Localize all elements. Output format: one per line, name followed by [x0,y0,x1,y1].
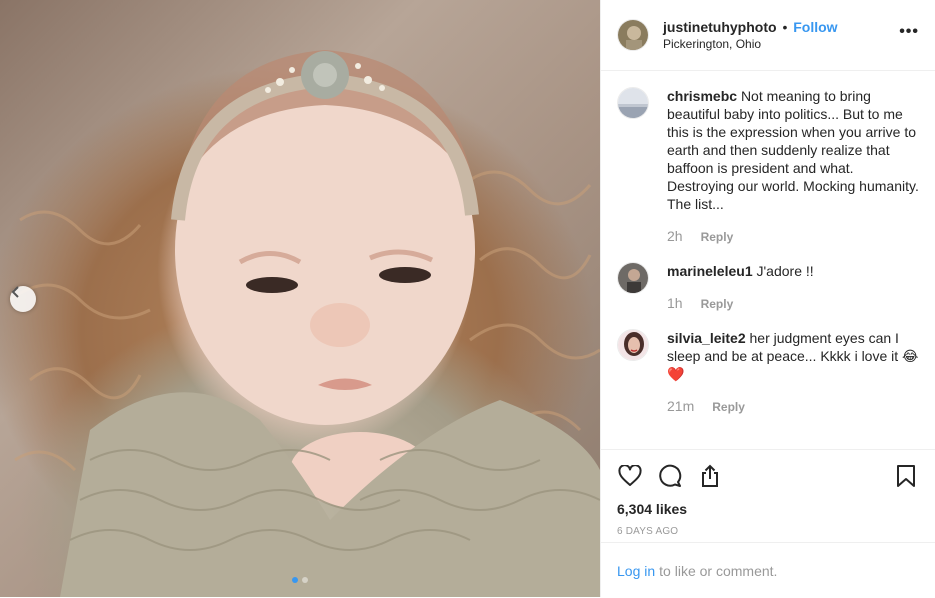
author-username[interactable]: justinetuhyphoto [663,19,777,35]
comment-time[interactable]: 21m [667,397,694,415]
comment-username[interactable]: chrismebc [667,88,737,104]
reply-button[interactable]: Reply [712,398,745,416]
bookmark-icon[interactable] [893,463,919,489]
header-separator: • [782,19,788,35]
comment-text: J'adore !! [756,263,814,279]
comment-text: Not meaning to bring beautiful baby into… [667,88,919,212]
login-prompt-text: to like or comment. [659,562,778,579]
post-header: justinetuhyphoto • Follow Pickerington, … [601,0,935,71]
reply-button[interactable]: Reply [701,228,734,246]
comment-username[interactable]: silvia_leite2 [667,330,746,346]
baby-photo-illustration [9,50,600,597]
comment-bubble-icon[interactable] [657,463,683,489]
comment-item: marineleleu1 J'adore !! 1h Reply [601,246,935,313]
carousel-dot [302,577,308,583]
author-avatar[interactable] [617,19,649,51]
carousel-indicator [292,577,308,583]
comment-time[interactable]: 2h [667,227,683,245]
post-location[interactable]: Pickerington, Ohio [663,36,899,52]
comment-item: chrismebc Not meaning to bring beautiful… [601,71,935,246]
more-options-icon[interactable]: ••• [899,23,919,47]
post-timestamp[interactable]: 6 DAYS AGO [617,526,919,537]
comment-time[interactable]: 1h [667,294,683,312]
post-actions: 6,304 likes 6 DAYS AGO [601,449,935,537]
reply-button[interactable]: Reply [701,295,734,313]
carousel-dot-active [292,577,298,583]
login-prompt: Log in to like or comment. [601,542,935,598]
share-icon[interactable] [697,463,723,489]
landscape-avatar[interactable] [617,87,649,119]
comments-list[interactable]: chrismebc Not meaning to bring beautiful… [601,71,935,449]
post-side-panel: justinetuhyphoto • Follow Pickerington, … [600,0,935,597]
comment-username[interactable]: marineleleu1 [667,263,753,279]
comment-item: silvia_leite2 her judgment eyes can I sl… [601,313,935,416]
post-photo[interactable] [0,0,600,597]
follow-button[interactable]: Follow [793,19,837,35]
person-avatar[interactable] [617,262,649,294]
woman-avatar[interactable] [617,329,649,361]
carousel-prev-button[interactable] [10,286,36,312]
heart-icon[interactable] [617,463,643,489]
login-link[interactable]: Log in [617,563,655,579]
likes-count[interactable]: 6,304 likes [617,500,919,518]
